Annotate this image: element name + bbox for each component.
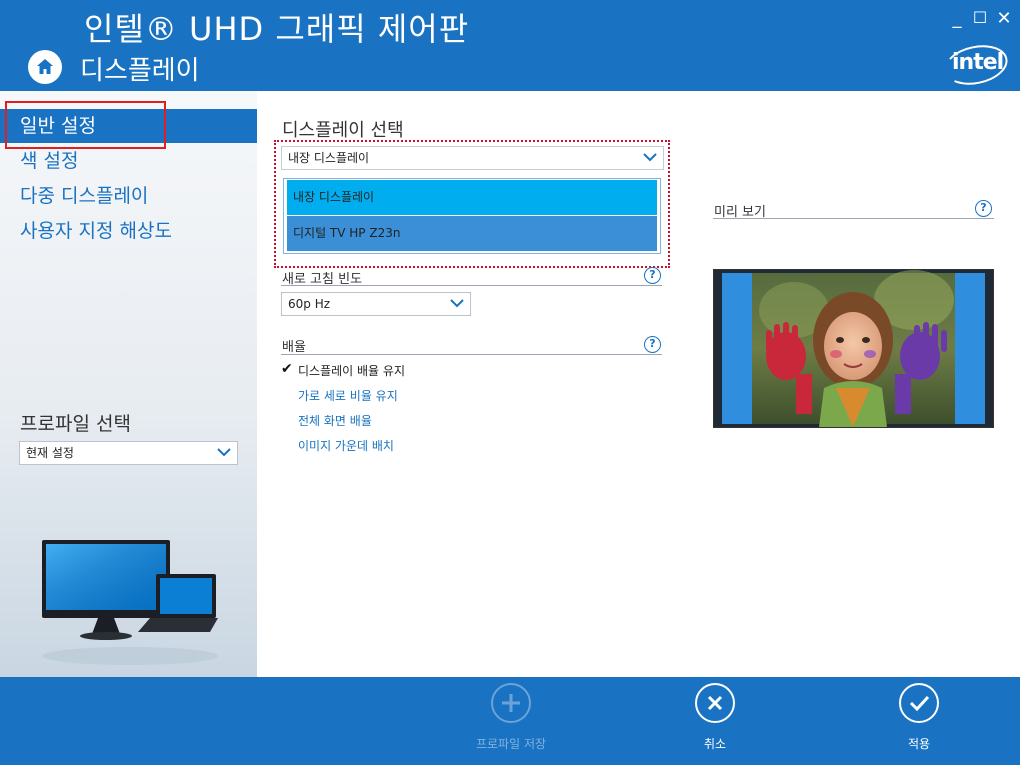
devices-illustration: [42, 540, 218, 665]
home-icon: [37, 59, 53, 74]
save-profile-button[interactable]: 프로파일 저장: [461, 683, 561, 752]
profile-select-value: 현재 설정: [26, 446, 74, 460]
chevron-down-icon: [217, 448, 231, 457]
sidebar: 일반 설정 색 설정 다중 디스플레이 사용자 지정 해상도 프로파일 선택 현…: [0, 91, 257, 677]
scaling-option-full-screen[interactable]: 전체 화면 배율: [298, 412, 372, 429]
plus-icon: [491, 683, 531, 723]
main-panel: 디스플레이 선택 내장 디스플레이 내장 디스플레이 디지털 TV HP Z23…: [257, 91, 1020, 677]
checkmark-icon: ✔: [281, 361, 293, 377]
display-dropdown-list: 내장 디스플레이 디지털 TV HP Z23n: [283, 178, 661, 254]
profile-select-label: 프로파일 선택: [20, 413, 131, 435]
refresh-rate-dropdown[interactable]: 60p Hz: [281, 292, 471, 316]
preview-image: [713, 269, 994, 428]
profile-select-dropdown[interactable]: 현재 설정: [19, 441, 238, 465]
display-option-internal[interactable]: 내장 디스플레이: [287, 180, 657, 215]
intel-logo: intel: [940, 39, 1012, 91]
page-title: 디스플레이: [80, 56, 200, 86]
minimize-button[interactable]: _: [947, 8, 967, 29]
bottom-action-bar: 프로파일 저장 취소 적용: [0, 677, 1020, 765]
sidebar-item-multiple-displays[interactable]: 다중 디스플레이: [0, 179, 257, 213]
scaling-option-center-image[interactable]: 이미지 가운데 배치: [298, 437, 394, 454]
scaling-option-maintain-aspect[interactable]: 가로 세로 비율 유지: [298, 387, 398, 404]
cancel-button[interactable]: 취소: [665, 683, 765, 752]
display-select-label: 디스플레이 선택: [282, 120, 404, 141]
scaling-option-maintain-display[interactable]: 디스플레이 배율 유지: [298, 362, 405, 379]
refresh-rate-help-icon[interactable]: ?: [644, 267, 661, 284]
chevron-down-icon: [450, 299, 464, 308]
apply-button[interactable]: 적용: [869, 683, 969, 752]
home-button[interactable]: [28, 50, 62, 84]
header-bar: 인텔® UHD 그래픽 제어판 디스플레이 _ ☐ ✕ intel: [0, 0, 1020, 91]
display-option-digital-tv[interactable]: 디지털 TV HP Z23n: [287, 216, 657, 251]
close-circle-icon: [695, 683, 735, 723]
scaling-help-icon[interactable]: ?: [644, 336, 661, 353]
intel-logo-text: intel: [952, 50, 1004, 75]
save-profile-label: 프로파일 저장: [475, 737, 547, 751]
sidebar-item-custom-resolution[interactable]: 사용자 지정 해상도: [0, 214, 257, 248]
preview-help-icon[interactable]: ?: [975, 200, 992, 217]
apply-label: 적용: [907, 737, 931, 751]
close-button[interactable]: ✕: [994, 8, 1014, 29]
cancel-label: 취소: [703, 737, 727, 751]
selection-highlight-box: [5, 101, 166, 149]
preview-photo: [714, 270, 993, 427]
maximize-button[interactable]: ☐: [970, 8, 990, 27]
app-title: 인텔® UHD 그래픽 제어판: [84, 10, 470, 48]
checkmark-circle-icon: [899, 683, 939, 723]
sidebar-item-color-settings[interactable]: 색 설정: [0, 144, 257, 178]
scaling-label: 배율: [282, 340, 306, 355]
refresh-rate-value: 60p Hz: [288, 297, 331, 311]
